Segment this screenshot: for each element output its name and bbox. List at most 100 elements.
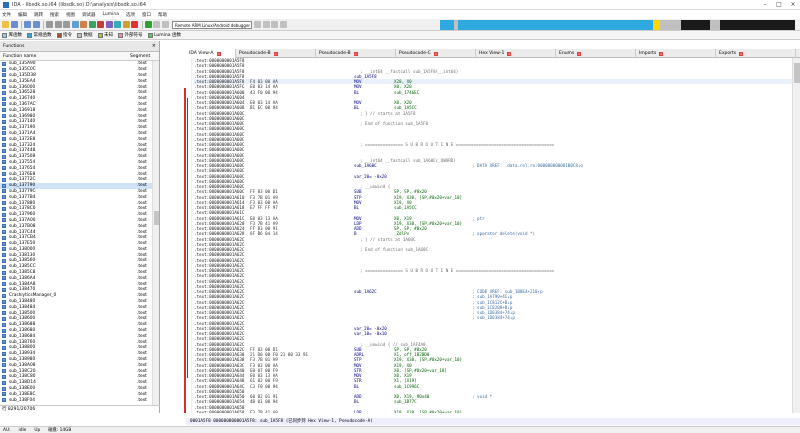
column-function-name[interactable]: Function name xyxy=(0,54,130,59)
function-row[interactable]: f sub_136528 .text xyxy=(0,90,152,96)
function-row[interactable]: f sub_138F04 .text xyxy=(0,397,152,403)
scrollbar-thumb[interactable] xyxy=(794,63,800,83)
menu-item[interactable]: 选项 xyxy=(126,12,135,18)
tab-close-icon[interactable]: × xyxy=(507,51,512,56)
column-segment[interactable]: Segment xyxy=(130,54,150,59)
function-row[interactable]: f sub_135EA4 .text xyxy=(0,78,152,84)
function-row[interactable]: f sub_137448 .text xyxy=(0,148,152,154)
disassembly-listing[interactable]: .text:0000000001A5F8 .text:0000000001A5F8… xyxy=(194,58,792,413)
tab-close-icon[interactable]: × xyxy=(577,51,582,56)
back-icon[interactable] xyxy=(24,21,31,28)
menu-item[interactable]: 视图 xyxy=(66,12,75,18)
tab-close-icon[interactable]: × xyxy=(739,51,744,56)
function-row[interactable]: f sub_138E8C .text xyxy=(0,391,152,397)
breakpoint-icon[interactable] xyxy=(131,21,138,28)
menu-item[interactable]: 编辑 xyxy=(18,12,27,18)
function-row[interactable]: f sub_137790 .text xyxy=(0,182,152,189)
function-row[interactable]: f CrashlyticsManager_0 .text xyxy=(0,293,152,299)
stop-icon[interactable] xyxy=(161,21,169,28)
menu-item[interactable]: 跳转 xyxy=(34,12,43,18)
function-row[interactable]: f sub_138800 .text xyxy=(0,345,152,351)
function-row[interactable]: f sub_135D38 .text xyxy=(0,73,152,79)
forward-icon[interactable] xyxy=(32,21,40,28)
view-tab[interactable]: Pseudocode-B × xyxy=(236,49,316,58)
debugger-select[interactable]: Remote ARM Linux/Android debugger xyxy=(172,20,252,29)
view-tab[interactable]: Hex View-1 × xyxy=(476,49,556,58)
function-row[interactable]: f sub_138C80 .text xyxy=(0,374,152,380)
listing-scrollbar[interactable] xyxy=(792,58,800,413)
close-icon[interactable]: × xyxy=(786,1,800,8)
function-row[interactable]: f sub_1371A4 .text xyxy=(0,131,152,137)
minimize-icon[interactable]: – xyxy=(758,1,772,8)
function-row[interactable]: f sub_137190 .text xyxy=(0,125,152,131)
function-row[interactable]: f sub_138A08 .text xyxy=(0,362,152,368)
function-row[interactable]: f sub_138980 .text xyxy=(0,357,152,363)
listing-line[interactable]: .text:0000000001A658 F3 7B 41 A9 LDP X19, X… xyxy=(194,410,792,413)
pause-icon[interactable] xyxy=(153,21,160,28)
function-row[interactable]: f sub_136918 .text xyxy=(0,107,152,113)
view-tab[interactable]: Exports × xyxy=(716,49,796,58)
functions-scrollbar[interactable] xyxy=(152,61,159,405)
function-row[interactable]: f sub_137960 .text xyxy=(0,212,152,218)
step-over-icon[interactable] xyxy=(262,21,270,28)
data-icon[interactable] xyxy=(88,21,96,28)
tab-close-icon[interactable]: × xyxy=(216,51,221,56)
menu-item[interactable]: Lumina xyxy=(103,12,120,17)
paste-icon[interactable] xyxy=(63,21,70,28)
function-row[interactable]: f sub_137140 .text xyxy=(0,119,152,125)
tab-close-icon[interactable]: × xyxy=(659,51,664,56)
function-row[interactable]: f sub_138000 .text xyxy=(0,247,152,253)
scrollbar-thumb[interactable] xyxy=(154,211,159,225)
function-row[interactable]: f sub_1385CC .text xyxy=(0,264,152,270)
view-tab[interactable]: Imports × xyxy=(636,49,716,58)
function-row[interactable]: f sub_137CB4 .text xyxy=(0,235,152,241)
menu-item[interactable]: 帮助 xyxy=(158,12,167,18)
run-to-cursor-icon[interactable] xyxy=(271,21,278,28)
function-row[interactable]: f sub_138484 .text xyxy=(0,304,152,310)
function-row[interactable]: f sub_137A00 .text xyxy=(0,218,152,224)
function-row[interactable]: f sub_1386A4 .text xyxy=(0,275,152,281)
function-row[interactable]: f sub_1377B4 .text xyxy=(0,194,152,200)
function-row[interactable]: f sub_1372E8 .text xyxy=(0,136,152,142)
view-tab[interactable]: Pseudocode-C × xyxy=(396,49,476,58)
function-row[interactable]: f sub_138680 .text xyxy=(0,328,152,334)
cut-icon[interactable] xyxy=(46,21,53,28)
function-row[interactable]: f sub_136740 .text xyxy=(0,96,152,102)
function-row[interactable]: f sub_138934 .text xyxy=(0,351,152,357)
function-row[interactable]: f sub_137508 .text xyxy=(0,154,152,160)
menu-item[interactable]: 窗口 xyxy=(142,12,151,18)
start-debug-icon[interactable] xyxy=(144,21,152,28)
save-icon[interactable] xyxy=(10,21,18,28)
function-row[interactable]: f sub_138470 .text xyxy=(0,287,152,293)
copy-icon[interactable] xyxy=(54,21,62,28)
function-row[interactable]: f sub_138E00 .text xyxy=(0,386,152,392)
function-row[interactable]: f sub_138688 .text xyxy=(0,322,152,328)
maximize-icon[interactable]: □ xyxy=(772,1,786,8)
function-row[interactable]: f sub_138480 .text xyxy=(0,299,152,305)
function-row[interactable]: f sub_137654 .text xyxy=(0,165,152,171)
string-icon[interactable] xyxy=(114,21,121,28)
function-row[interactable]: f sub_138684 .text xyxy=(0,333,152,339)
function-icon[interactable] xyxy=(105,21,113,28)
view-tab[interactable]: Enums × xyxy=(556,49,636,58)
function-row[interactable]: f sub_1367AC .text xyxy=(0,102,152,108)
function-row[interactable]: f sub_137E50 .text xyxy=(0,241,152,247)
tab-close-icon[interactable]: × xyxy=(273,51,278,56)
menu-item[interactable]: 搜索 xyxy=(50,12,59,18)
close-icon[interactable]: × xyxy=(152,43,156,49)
function-row[interactable]: f sub_138600 .text xyxy=(0,316,152,322)
function-row[interactable]: f sub_1378C0 .text xyxy=(0,206,152,212)
undefine-icon[interactable] xyxy=(97,21,104,28)
attach-icon[interactable] xyxy=(279,21,287,28)
function-row[interactable]: f sub_135A90 .text xyxy=(0,61,152,67)
function-row[interactable]: f sub_137554 .text xyxy=(0,160,152,166)
navigation-band[interactable] xyxy=(440,20,795,30)
tab-close-icon[interactable]: × xyxy=(433,51,438,56)
function-row[interactable]: f sub_1385C8 .text xyxy=(0,270,152,276)
code-icon[interactable] xyxy=(80,21,87,28)
graph-icon[interactable] xyxy=(122,21,130,28)
menu-item[interactable]: 文件 xyxy=(2,12,11,18)
open-icon[interactable] xyxy=(2,21,9,28)
view-tab[interactable]: Pseudocode-B × xyxy=(316,49,396,58)
function-row[interactable]: f sub_138D14 .text xyxy=(0,380,152,386)
